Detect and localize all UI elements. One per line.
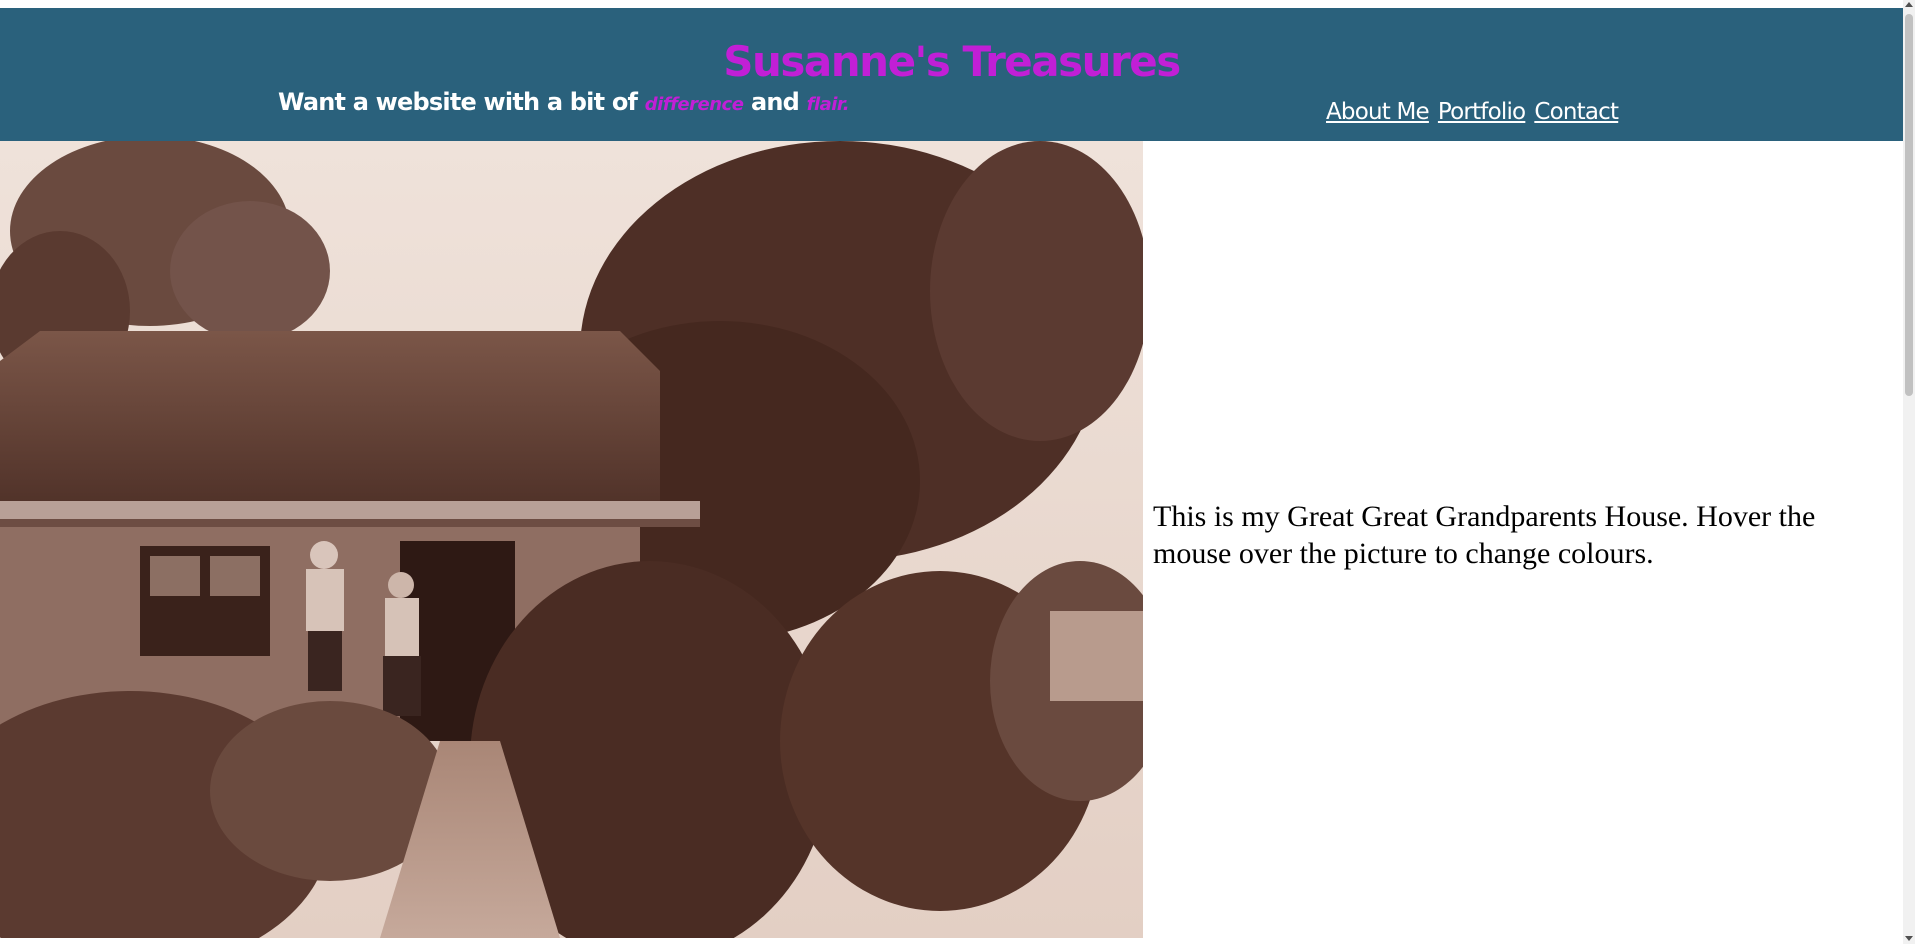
top-strip <box>0 0 1903 8</box>
scrollbar-thumb[interactable] <box>1905 14 1913 396</box>
tagline-accent-difference: difference <box>644 94 744 115</box>
scroll-down-icon[interactable] <box>1905 936 1913 941</box>
main-nav: About Me Portfolio Contact <box>1326 92 1619 132</box>
photo-caption: This is my Great Great Grandparents Hous… <box>1153 500 1816 570</box>
scroll-up-icon[interactable] <box>1905 2 1913 7</box>
tagline-text-1: Want a website with a bit of <box>278 88 645 116</box>
nav-link-contact[interactable]: Contact <box>1534 92 1619 132</box>
tagline: Want a website with a bit of difference … <box>278 84 850 123</box>
nav-link-portfolio[interactable]: Portfolio <box>1438 92 1526 132</box>
site-header: Susanne's Treasures Want a website with … <box>0 8 1903 141</box>
page: Susanne's Treasures Want a website with … <box>0 0 1915 944</box>
tagline-text-2: and <box>743 88 807 116</box>
nav-link-about-me[interactable]: About Me <box>1326 92 1430 132</box>
house-photo-image <box>0 141 1143 938</box>
tagline-accent-flair: flair. <box>806 94 850 115</box>
house-photo[interactable] <box>0 141 1143 938</box>
